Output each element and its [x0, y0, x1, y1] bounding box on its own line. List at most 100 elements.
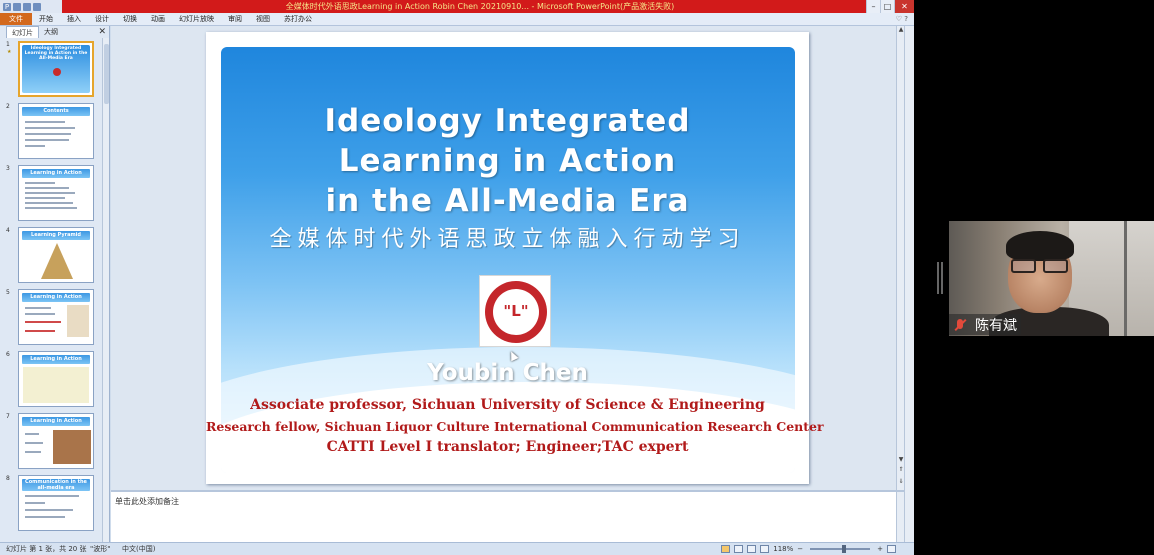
tab-slideshow[interactable]: 幻灯片放映	[172, 13, 221, 25]
affiliation-1[interactable]: Associate professor, Sichuan University …	[206, 397, 809, 413]
slide-scrollbar[interactable]: ▲ ▼ ⇑ ⇓	[896, 26, 904, 490]
participant-hair	[1006, 231, 1074, 261]
thumbnail-text-line	[25, 313, 55, 315]
thumbnail-text-line	[25, 187, 69, 189]
window-title: 全媒体时代外语思政Learning in Action Robin Chen 2…	[285, 2, 675, 11]
thumbnail-text-line	[25, 495, 79, 497]
ribbon-tabs: 文件 开始 插入 设计 切换 动画 幻灯片放映 审阅 视图 苏打办公	[0, 13, 914, 26]
zoom-level[interactable]: 118%	[773, 543, 793, 555]
redo-icon[interactable]	[33, 2, 41, 11]
thumbnail-number: 4	[6, 227, 10, 234]
window-controls: – □ ✕	[866, 0, 914, 13]
slideshow-view-icon[interactable]	[760, 545, 770, 553]
save-icon[interactable]	[13, 2, 21, 11]
notes-placeholder[interactable]: 单击此处添加备注	[115, 496, 179, 507]
tab-file[interactable]: 文件	[0, 13, 32, 25]
thumbnail-title: Learning in Action	[22, 293, 90, 302]
tab-review[interactable]: 审阅	[221, 13, 249, 25]
slide-sorter-icon[interactable]	[734, 545, 744, 553]
thumbnail-slide-2[interactable]: Contents	[18, 103, 94, 159]
thumbnail-text-line	[25, 516, 65, 518]
zoom-slider-knob[interactable]	[842, 545, 847, 553]
thumbnail-text-line	[25, 202, 73, 204]
slide-title-line-1[interactable]: Ideology Integrated	[206, 101, 809, 141]
thumbnail-text-line	[25, 121, 65, 123]
maximize-icon[interactable]: □	[880, 0, 894, 13]
tab-slides[interactable]: 幻灯片	[6, 26, 39, 38]
thumbnail-number: 6	[6, 351, 10, 358]
thumbnail-slide-5[interactable]: Learning in Action	[18, 289, 94, 345]
thumbnail-text-line	[25, 307, 51, 309]
affiliation-3[interactable]: CATTI Level I translator; Engineer;TAC e…	[206, 439, 809, 455]
thumbnail-text-line	[25, 145, 45, 147]
help-icon[interactable]: ♡ ?	[896, 13, 908, 25]
slide-thumbnail-pane: 幻灯片 大纲 ✕ 1 ★ Ideology Integrated Learnin…	[0, 26, 110, 542]
tab-design[interactable]: 设计	[88, 13, 116, 25]
language-indicator[interactable]: 中文(中国)	[122, 543, 155, 555]
pane-tabs: 幻灯片 大纲	[6, 26, 110, 38]
affiliation-2[interactable]: Research fellow, Sichuan Liquor Culture …	[206, 419, 824, 434]
panel-resize-handle[interactable]	[937, 262, 943, 294]
thumbnail-text-line	[25, 182, 55, 184]
minimize-icon[interactable]: –	[866, 0, 880, 13]
thumbnail-text-line	[25, 451, 41, 453]
thumbnail-image	[67, 305, 89, 337]
zoom-out-icon[interactable]: −	[797, 543, 803, 555]
powerpoint-app-icon[interactable]: P	[3, 2, 11, 11]
fit-to-window-icon[interactable]	[887, 545, 896, 553]
pane-close-icon[interactable]: ✕	[98, 26, 106, 38]
slide-subtitle[interactable]: 全媒体时代外语思政立体融入行动学习	[206, 226, 809, 254]
window-right-edge	[904, 26, 914, 542]
thumbnail-title: Communication in the all-media era	[22, 479, 90, 491]
zoom-in-icon[interactable]: +	[877, 543, 883, 555]
thumbnail-slide-1[interactable]: Ideology Integrated Learning in Action i…	[18, 41, 94, 97]
thumbnail-text-line	[25, 127, 75, 129]
thumbnail-slide-8[interactable]: Communication in the all-media era	[18, 475, 94, 531]
title-bar: P 全媒体时代外语思政Learning in Action Robin Chen…	[0, 0, 914, 13]
slide-title-line-2[interactable]: Learning in Action	[206, 141, 809, 181]
powerpoint-window: P 全媒体时代外语思政Learning in Action Robin Chen…	[0, 0, 914, 555]
thumbnail-text-line	[25, 330, 55, 332]
zoom-slider[interactable]	[810, 545, 871, 553]
tab-insert[interactable]: 插入	[60, 13, 88, 25]
tab-transitions[interactable]: 切换	[116, 13, 144, 25]
current-slide[interactable]: Ideology Integrated Learning in Action i…	[206, 32, 824, 484]
thumbnail-slide-3[interactable]: Learning in Action	[18, 165, 94, 221]
scrollbar-thumb[interactable]	[104, 44, 109, 104]
reading-view-icon[interactable]	[747, 545, 757, 553]
theme-name: "波形"	[90, 545, 111, 553]
logo-mark: "L"	[503, 302, 529, 320]
notes-pane[interactable]: 单击此处添加备注	[111, 490, 904, 544]
thumbnail-slide-6[interactable]: Learning in Action	[18, 351, 94, 407]
close-icon[interactable]: ✕	[894, 0, 914, 13]
normal-view-icon[interactable]	[721, 545, 731, 553]
slide-title-line-3[interactable]: in the All-Media Era	[206, 181, 809, 221]
thumbnail-title: Learning in Action	[22, 169, 90, 178]
thumbnail-text-line	[25, 192, 75, 194]
pyramid-graphic	[41, 243, 73, 279]
thumbnail-image	[23, 367, 89, 403]
tab-soda-office[interactable]: 苏打办公	[277, 13, 319, 25]
tab-animations[interactable]: 动画	[144, 13, 172, 25]
thumbnail-slide-7[interactable]: Learning in Action	[18, 413, 94, 469]
thumbnail-text-line	[25, 509, 73, 511]
thumbnail-title: Contents	[22, 107, 90, 116]
muted-mic-icon	[951, 316, 969, 334]
slide-counter: 幻灯片 第 1 张，共 20 张	[6, 545, 87, 553]
university-logo[interactable]: "L"	[479, 275, 551, 347]
tab-home[interactable]: 开始	[32, 13, 60, 25]
thumbnail-scrollbar[interactable]	[102, 38, 109, 542]
thumbnail-text-line	[25, 139, 69, 141]
thumbnail-slide-4[interactable]: Learning Pyramid	[18, 227, 94, 283]
notes-scrollbar[interactable]	[896, 492, 904, 544]
tab-outline[interactable]: 大纲	[39, 26, 63, 38]
tab-view[interactable]: 视图	[249, 13, 277, 25]
thumbnail-image	[53, 430, 91, 464]
animation-star-icon: ★	[7, 49, 12, 55]
undo-icon[interactable]	[23, 2, 31, 11]
participant-name-tag: 陈有斌	[949, 314, 1021, 335]
participant-name: 陈有斌	[975, 317, 1017, 334]
thumbnail-text-line	[25, 197, 65, 199]
author-name[interactable]: Youbin Chen	[206, 360, 809, 386]
thumbnail-text-line	[25, 321, 61, 323]
